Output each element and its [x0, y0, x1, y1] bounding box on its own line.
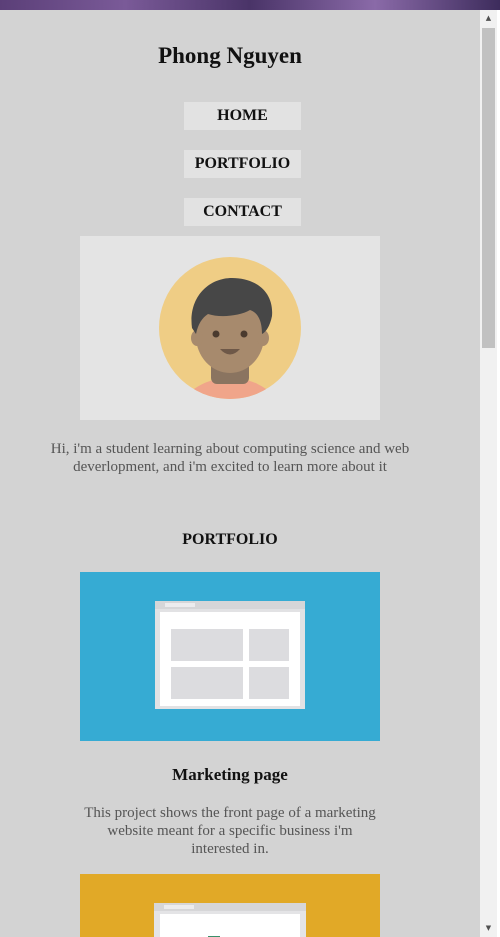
desktop-wallpaper-strip — [0, 0, 500, 10]
profile-image — [80, 236, 380, 420]
browser-viewport: Phong Nguyen HOME PORTFOLIO CONTACT Hi, … — [0, 10, 480, 937]
intro-text: Hi, i'm a student learning about computi… — [50, 441, 410, 475]
project-thumbnail[interactable] — [80, 874, 380, 937]
vertical-scrollbar[interactable]: ▲ ▼ — [480, 10, 497, 937]
webpage-wireframe-icon — [155, 601, 305, 709]
scrollbar-thumb[interactable] — [482, 28, 495, 348]
webpage-wireframe-icon — [154, 903, 306, 937]
project-description: This project shows the front page of a m… — [84, 805, 376, 857]
nav-contact-button[interactable]: CONTACT — [184, 198, 301, 226]
scroll-up-arrow-icon[interactable]: ▲ — [480, 10, 497, 27]
portfolio-heading: PORTFOLIO — [182, 531, 278, 548]
nav-portfolio-button[interactable]: PORTFOLIO — [184, 150, 301, 178]
site-title: Phong Nguyen — [158, 43, 302, 68]
avatar-icon — [159, 257, 301, 399]
scroll-down-arrow-icon[interactable]: ▼ — [480, 920, 497, 937]
nav-home-button[interactable]: HOME — [184, 102, 301, 130]
project-title: Marketing page — [172, 765, 288, 784]
project-thumbnail[interactable] — [80, 572, 380, 741]
